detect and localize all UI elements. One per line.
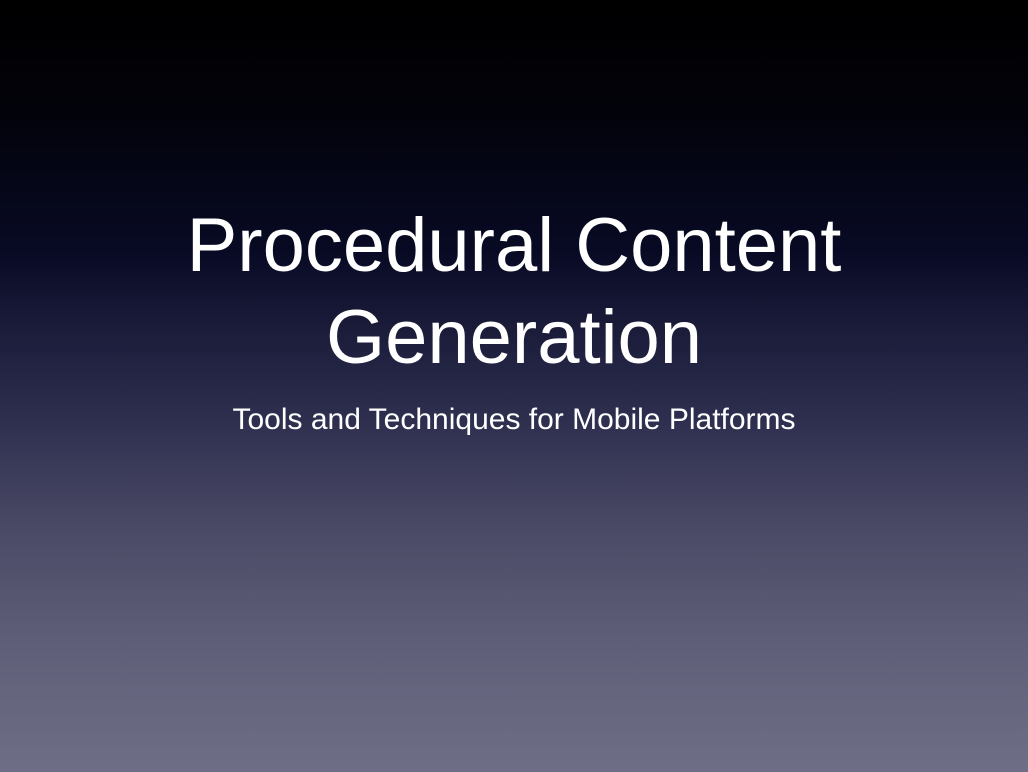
slide-title-line-2: Generation [325,295,703,380]
slide-title: Procedural Content Generation [0,200,1028,384]
presentation-slide: Procedural Content Generation Tools and … [0,0,1028,772]
slide-title-line-1: Procedural Content [186,203,842,288]
slide-subtitle: Tools and Techniques for Mobile Platform… [232,403,796,436]
